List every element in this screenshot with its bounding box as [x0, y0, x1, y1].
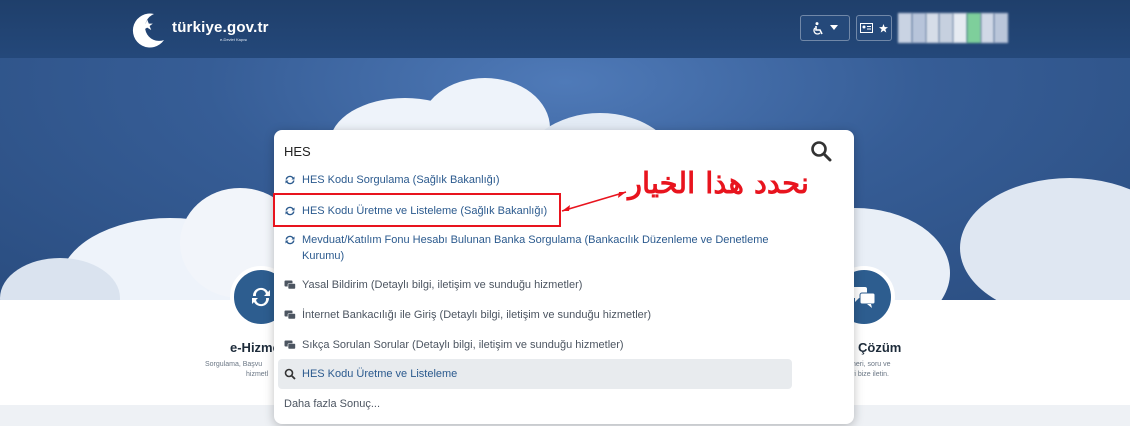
search-input[interactable]: [284, 140, 784, 162]
e-services-desc-2: hizmetl: [246, 371, 269, 378]
search-result-item[interactable]: Sıkça Sorulan Sorular (Detaylı bilgi, il…: [284, 337, 794, 353]
solution-desc-2: ri bize iletin.: [852, 371, 889, 378]
id-card-icon: [860, 23, 873, 33]
chevron-down-icon: [830, 25, 838, 30]
user-name-redacted[interactable]: [898, 13, 1008, 43]
cloud-shape: [960, 178, 1130, 300]
annotation-text: نحدد هذا الخيار: [628, 166, 809, 200]
search-icon[interactable]: [810, 140, 832, 162]
accessibility-button[interactable]: [800, 15, 850, 41]
chat-icon: [284, 280, 296, 290]
result-label: Sıkça Sorulan Sorular (Detaylı bilgi, il…: [302, 339, 624, 351]
result-label: Mevduat/Katılım Fonu Hesabı Bulunan Bank…: [302, 234, 769, 262]
star-icon: [879, 23, 888, 33]
chat-icon: [852, 287, 876, 308]
refresh-icon: [252, 287, 270, 307]
wheelchair-icon: [813, 21, 823, 35]
chat-icon: [284, 310, 296, 320]
more-results-link[interactable]: Daha fazla Sonuç...: [284, 398, 380, 410]
logo-tagline: e-Devlet Kapısı: [220, 37, 248, 42]
turkiye-gov-logo[interactable]: türkiye.gov.tr e-Devlet Kapısı: [124, 10, 284, 48]
chat-icon: [284, 340, 296, 350]
search-result-item[interactable]: İnternet Bankacılığı ile Giriş (Detaylı …: [284, 307, 794, 323]
search-result-item[interactable]: Yasal Bildirim (Detaylı bilgi, iletişim …: [284, 277, 794, 293]
refresh-icon: [285, 175, 295, 185]
solution-title[interactable]: Çözüm: [858, 340, 901, 355]
search-icon: [284, 368, 296, 380]
annotation-highlight-box: [273, 193, 561, 227]
e-services-title[interactable]: e-Hizme: [230, 340, 280, 355]
top-header: türkiye.gov.tr e-Devlet Kapısı: [0, 0, 1130, 58]
annotation-arrow-icon: [561, 191, 627, 212]
result-label: İnternet Bankacılığı ile Giriş (Detaylı …: [302, 309, 652, 321]
search-result-item[interactable]: Mevduat/Katılım Fonu Hesabı Bulunan Bank…: [284, 232, 794, 264]
solution-desc-1: neri, soru ve: [852, 361, 891, 368]
profile-shortcuts-button[interactable]: [856, 15, 892, 41]
result-label: HES Kodu Üretme ve Listeleme: [302, 368, 458, 380]
result-label: Yasal Bildirim (Detaylı bilgi, iletişim …: [302, 279, 583, 291]
e-services-desc-1: Sorgulama, Başvu: [205, 361, 263, 368]
result-label: HES Kodu Sorgulama (Sağlık Bakanlığı): [302, 174, 500, 186]
logo-text: türkiye.gov.tr: [172, 19, 269, 36]
search-query-suggestion[interactable]: HES Kodu Üretme ve Listeleme: [278, 359, 792, 389]
refresh-icon: [285, 235, 295, 245]
crescent-star-icon: [132, 13, 164, 48]
